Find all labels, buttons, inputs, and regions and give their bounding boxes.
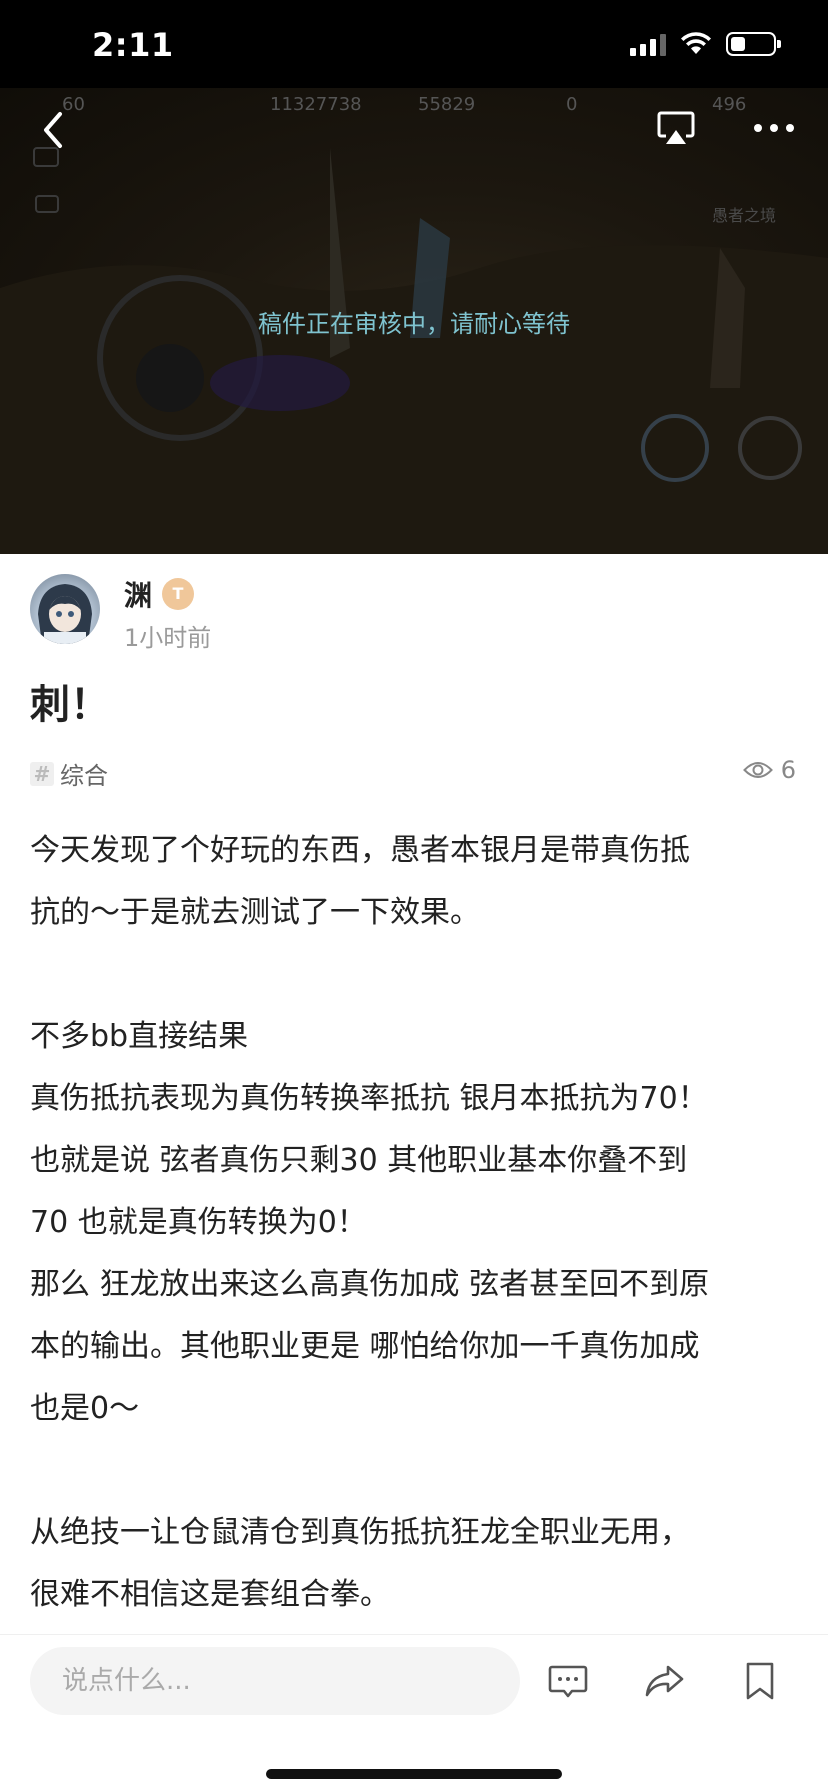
body-line: 70 也就是真伤转换为0！ [30,1205,367,1240]
avatar[interactable] [30,574,100,644]
cellular-signal-icon [630,32,666,56]
body-line: 也就是说 弦者真伤只剩30 其他职业基本你叠不到 [30,1143,688,1178]
post-time: 1小时前 [124,624,212,652]
game-hud: 60 11327738 55829 0 496 愚者之境 [0,88,828,225]
user-level-badge: T [162,578,194,610]
battery-icon [726,32,781,56]
post-body: 今天发现了个好玩的东西，愚者本银月是带真伤抵 抗的～于是就去测试了一下效果。 不… [30,820,800,1626]
eye-icon [742,762,773,778]
post-title: 刺！ [30,682,110,728]
review-notice: 稿件正在审核中，请耐心等待 [258,310,570,338]
body-line: 真伤抵抗表现为真伤转换率抵抗 银月本抵抗为70！ [30,1081,708,1116]
status-icons [630,32,781,56]
bookmark-icon[interactable] [738,1659,782,1703]
tag-label: 综合 [60,762,108,790]
hashtag-icon: # [30,761,54,786]
body-line [30,944,800,1006]
body-line: 今天发现了个好玩的东西，愚者本银月是带真伤抵 [30,833,690,868]
hud-diamond: 55829 [418,94,476,115]
video-player[interactable]: 60 11327738 55829 0 496 愚者之境 稿件正在审核中，请耐心… [0,88,828,554]
hud-gold: 11327738 [270,94,362,115]
post-tag[interactable]: # 综合 [30,756,108,791]
body-line: 不多bb直接结果 [30,1019,249,1054]
comment-input[interactable] [30,1647,520,1715]
body-line: 也是0～ [30,1391,140,1426]
comment-icon[interactable] [546,1659,590,1703]
home-indicator[interactable] [266,1769,562,1779]
body-line: 本的输出。其他职业更是 哪怕给你加一千真伤加成 [30,1329,700,1364]
body-line: 抗的～于是就去测试了一下效果。 [30,895,480,930]
hud-other: 496 [712,94,747,115]
bottom-action-bar [0,1634,828,1792]
more-dots-icon[interactable] [752,118,796,138]
share-icon[interactable] [642,1659,686,1703]
body-line: 很难不相信这是套组合拳。 [30,1577,390,1612]
author-name[interactable]: 渊 [124,574,152,614]
status-bar: 2:11 [0,0,828,88]
back-chevron-icon[interactable] [36,108,72,152]
airplay-icon[interactable] [656,110,696,148]
view-count: 6 [742,756,796,784]
body-line: 从绝技一让仓鼠清仓到真伤抵抗狂龙全职业无用， [30,1515,690,1550]
body-line [30,1440,800,1502]
view-count-value: 6 [780,756,796,784]
avatar-image [38,584,92,644]
hud-energy: 0 [566,94,578,115]
wifi-icon [681,32,711,54]
status-time: 2:11 [92,26,174,64]
hud-corner-text: 愚者之境 [712,206,777,225]
body-line: 那么 狂龙放出来这么高真伤加成 弦者甚至回不到原 [30,1267,710,1302]
